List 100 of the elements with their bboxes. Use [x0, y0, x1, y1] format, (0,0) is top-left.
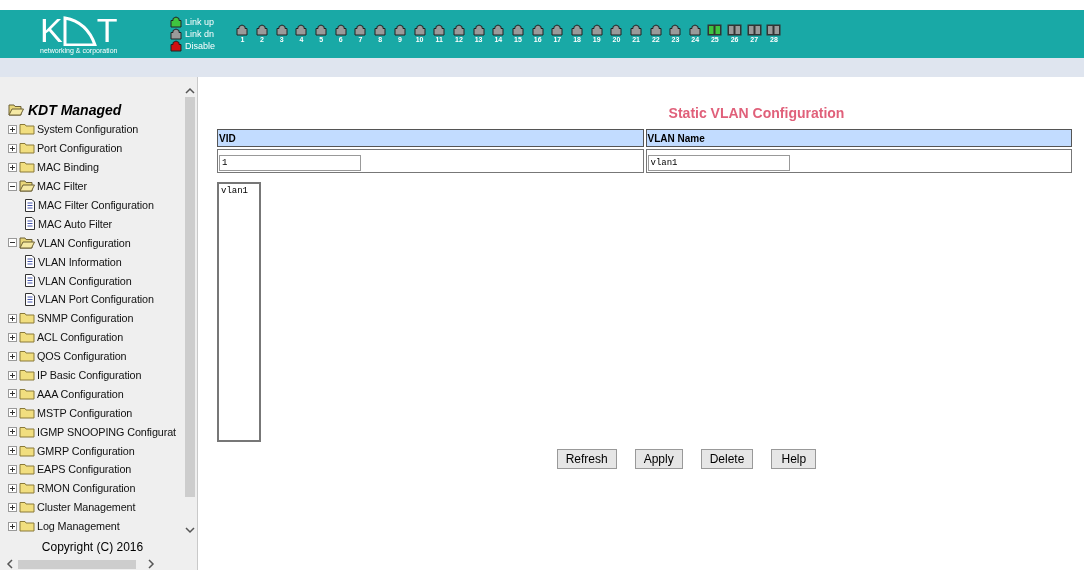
action-button[interactable]: Refresh: [556, 449, 617, 469]
action-button[interactable]: Help: [771, 449, 817, 469]
folder-icon: [19, 142, 35, 155]
expand-icon[interactable]: [8, 427, 17, 437]
port-icon[interactable]: [256, 24, 268, 36]
tree-item[interactable]: Log Management: [37, 520, 120, 533]
open-folder-icon: [19, 180, 35, 193]
tree-item[interactable]: QOS Configuration: [37, 350, 127, 363]
scroll-left-icon[interactable]: [6, 559, 13, 569]
port-icon[interactable]: [335, 24, 347, 36]
port-icon[interactable]: [610, 24, 622, 36]
document-icon: [24, 217, 36, 231]
tree-item[interactable]: RMON Configuration: [37, 482, 136, 495]
legend-label: Link dn: [185, 28, 215, 40]
tree-item[interactable]: MSTP Configuration: [37, 406, 133, 419]
port-icon[interactable]: [591, 24, 603, 36]
expand-icon[interactable]: [8, 313, 17, 323]
scroll-down-icon[interactable]: [185, 527, 195, 534]
expand-icon[interactable]: [8, 464, 17, 474]
port-icon[interactable]: [276, 24, 288, 36]
input-field[interactable]: 1: [219, 155, 361, 171]
port-icon[interactable]: [630, 24, 642, 36]
expand-icon[interactable]: [8, 446, 17, 456]
port-icon[interactable]: [414, 24, 426, 36]
folder-icon: [19, 520, 35, 533]
list-option[interactable]: vlan1: [221, 186, 257, 196]
port-icon[interactable]: [670, 24, 681, 36]
logo-mark-drawing: [62, 16, 97, 46]
folder-icon: [19, 501, 35, 514]
column-header: VLAN Name: [645, 129, 1072, 147]
port-icon[interactable]: [689, 24, 701, 36]
expand-icon[interactable]: [8, 162, 17, 172]
expand-icon[interactable]: [8, 389, 17, 399]
tree-item[interactable]: MAC Binding: [37, 161, 99, 174]
collapse-icon[interactable]: [8, 181, 17, 191]
folder-icon: [19, 331, 35, 344]
expand-icon[interactable]: [8, 502, 17, 512]
port-icon[interactable]: [433, 24, 445, 36]
tree-item[interactable]: AAA Configuration: [37, 387, 124, 400]
expand-icon[interactable]: [8, 124, 17, 134]
scrollbar-thumb[interactable]: [185, 97, 195, 497]
tree-item[interactable]: GMRP Configuration: [37, 444, 135, 457]
tree-item[interactable]: MAC Filter Configuration: [38, 199, 154, 211]
scrollbar-thumb[interactable]: [18, 560, 136, 569]
collapse-icon[interactable]: [8, 238, 17, 248]
folder-icon: [19, 312, 35, 325]
expand-icon[interactable]: [8, 351, 17, 361]
tree-item[interactable]: SNMP Configuration: [37, 312, 134, 325]
tree-item[interactable]: VLAN Configuration: [37, 236, 131, 249]
dual-port-icon[interactable]: [707, 24, 723, 36]
vlan-listbox[interactable]: vlan1: [217, 182, 261, 442]
expand-icon[interactable]: [8, 143, 17, 153]
expand-icon[interactable]: [8, 483, 17, 493]
port-icon[interactable]: [394, 24, 406, 36]
tree-item[interactable]: EAPS Configuration: [37, 463, 132, 476]
tree-item[interactable]: ACL Configuration: [37, 331, 124, 344]
dual-port-icon[interactable]: [766, 24, 782, 36]
tree-item[interactable]: VLAN Port Configuration: [38, 293, 154, 306]
folder-icon: [19, 369, 35, 381]
action-button[interactable]: Delete: [700, 449, 754, 469]
tree-item[interactable]: IP Basic Configuration: [37, 369, 142, 381]
tree-item[interactable]: MAC Auto Filter: [38, 217, 113, 230]
port-icon[interactable]: [473, 24, 485, 36]
tree-root[interactable]: KDT Managed: [28, 102, 122, 118]
legend-label: Disable: [185, 40, 215, 52]
port-icon[interactable]: [532, 24, 544, 36]
port-icon[interactable]: [295, 24, 307, 36]
port-icon[interactable]: [453, 24, 465, 36]
tree-item[interactable]: System Configuration: [37, 123, 139, 136]
port-icon[interactable]: [236, 24, 248, 36]
tree-item[interactable]: VLAN Configuration: [38, 274, 132, 287]
column-header: VID: [217, 129, 644, 147]
dual-port-icon[interactable]: [727, 24, 743, 36]
port-icon[interactable]: [315, 24, 327, 36]
dual-port-icon[interactable]: [746, 24, 762, 36]
expand-icon[interactable]: [8, 521, 17, 531]
port-icon[interactable]: [492, 24, 504, 36]
scroll-right-icon[interactable]: [148, 559, 155, 569]
folder-icon: [19, 161, 35, 174]
folder-icon: [19, 444, 35, 457]
port-icon[interactable]: [512, 24, 524, 36]
folder-icon: [19, 123, 35, 136]
port-icon[interactable]: [650, 24, 662, 36]
tree-item[interactable]: Port Configuration: [37, 142, 123, 155]
tree-item[interactable]: Cluster Management: [37, 501, 136, 514]
copyright-text: Copyright (C) 2016: [40, 540, 145, 554]
expand-icon[interactable]: [8, 370, 17, 380]
port-icon[interactable]: [374, 24, 386, 36]
port-icon[interactable]: [355, 24, 366, 36]
folder-icon: [19, 350, 35, 363]
input-field[interactable]: vlan1: [647, 155, 790, 171]
tree-item[interactable]: IGMP SNOOPING Configurat: [37, 425, 176, 438]
expand-icon[interactable]: [8, 408, 17, 418]
port-icon[interactable]: [571, 24, 583, 36]
tree-item[interactable]: MAC Filter: [37, 180, 87, 193]
tree-item[interactable]: VLAN Information: [38, 255, 122, 268]
action-button[interactable]: Apply: [634, 449, 683, 469]
port-icon[interactable]: [551, 24, 563, 36]
expand-icon[interactable]: [8, 332, 17, 342]
scroll-up-icon[interactable]: [185, 87, 195, 94]
